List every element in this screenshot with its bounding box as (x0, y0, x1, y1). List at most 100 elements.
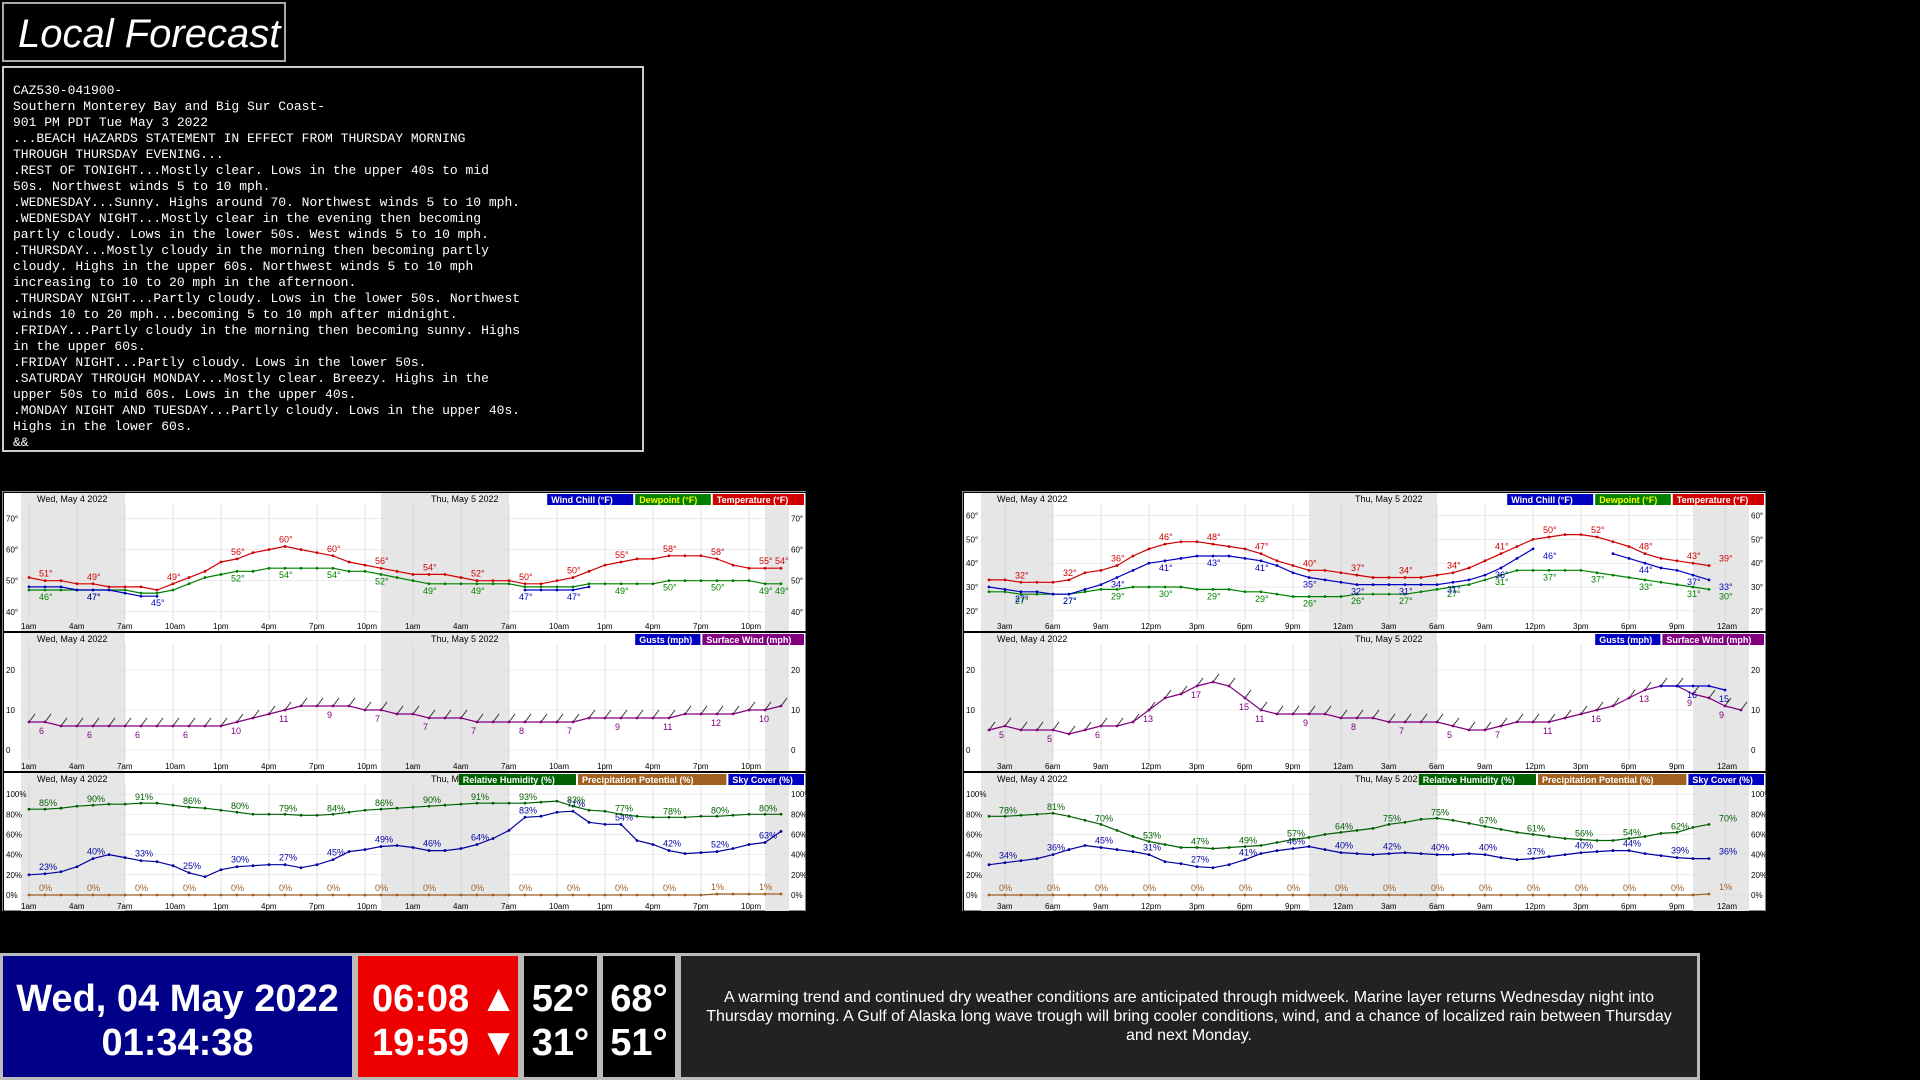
x-axis-tick-label: 7pm (693, 902, 709, 911)
temperature-point (1323, 568, 1327, 572)
precip-point (123, 893, 127, 897)
humidity-data-label: 49% (1239, 836, 1257, 846)
windchill-point (1227, 554, 1231, 558)
x-axis-tick-label: 4am (69, 622, 85, 631)
windchill-data-label: 37° (1687, 577, 1701, 587)
precip-point (43, 893, 47, 897)
night-shade (381, 632, 509, 772)
dewpoint-point (459, 582, 463, 586)
wind-point (1003, 724, 1007, 728)
day-label: Thu, May 5 2022 (431, 494, 499, 504)
humidity-point (411, 805, 415, 809)
forecast-text-line: .MONDAY NIGHT AND TUESDAY...Partly cloud… (13, 403, 521, 418)
wind-data-label: 5 (1447, 730, 1452, 740)
temperature-point (1051, 580, 1055, 584)
windchill-point (1067, 592, 1071, 596)
wind-barb (636, 709, 644, 719)
wind-point (747, 708, 751, 712)
precip-point (587, 893, 591, 897)
windchill-point (27, 585, 31, 589)
dewpoint-data-label: 49° (423, 586, 437, 596)
y-axis-tick-label-right: 40° (1751, 559, 1763, 568)
precip-point (1611, 893, 1615, 897)
skycover-point (747, 843, 751, 846)
y-axis-tick-label: 0 (966, 746, 971, 755)
precip-data-label: 0% (1527, 883, 1540, 893)
temperature-point (1211, 542, 1215, 546)
wind-point (171, 724, 175, 728)
skycover-point (347, 850, 351, 853)
x-axis-tick-label: 1pm (597, 902, 613, 911)
wind-data-label: 13 (1143, 714, 1153, 724)
precip-point (1307, 893, 1311, 897)
humidity-point (667, 815, 671, 819)
humidity-data-label: 81% (1047, 802, 1065, 812)
humidity-data-label: 53% (1143, 830, 1161, 840)
wind-point (283, 708, 287, 712)
wind-barb (1532, 713, 1540, 723)
wind-point (1515, 720, 1519, 724)
temperature-point (187, 576, 191, 579)
precip-data-label: 0% (1287, 883, 1300, 893)
wind-point (1275, 712, 1279, 716)
x-axis-tick-label: 1am (21, 622, 37, 631)
forecast-text-line: .FRIDAY NIGHT...Partly cloudy. Lows in t… (13, 355, 427, 370)
y-axis-tick-label-right: 100% (791, 790, 807, 799)
windchill-point (1675, 568, 1679, 572)
humidity-point (699, 814, 703, 818)
skycover-data-label: 45% (327, 848, 345, 858)
precip-point (1483, 893, 1487, 897)
x-axis-tick-label: 6am (1429, 762, 1445, 771)
dewpoint-point (1147, 585, 1151, 589)
skycover-point (1115, 848, 1119, 851)
precip-point (347, 893, 351, 897)
x-axis-tick-label: 3am (997, 902, 1013, 911)
humidity-point (1259, 844, 1263, 847)
y-axis-tick-label-right: 40° (791, 608, 803, 617)
skycover-data-label: 40% (1431, 843, 1449, 853)
skycover-point (987, 863, 991, 867)
wind-data-label: 5 (1047, 734, 1052, 744)
pct-panel: 100% 100% 80% 80% 60% 60% 40% 40% 20% 20% 0% 0% Wed,… (3, 772, 807, 912)
precip-point (1419, 893, 1423, 897)
wind-data-label: 7 (423, 722, 428, 732)
temperature-data-label: 34° (1447, 561, 1461, 571)
dewpoint-data-label: 50° (663, 583, 677, 593)
precip-data-label: 0% (615, 883, 628, 893)
windchill-point (1339, 580, 1343, 584)
legend-label: Gusts (mph) (639, 635, 692, 645)
precip-point (155, 893, 159, 897)
wind-panel: 20 20 10 10 0 0 Wed, May 4 2022 Thu, May 5 2022… (3, 632, 807, 772)
wind-point (219, 724, 223, 728)
skycover-point (1243, 858, 1247, 862)
precip-point (363, 893, 367, 897)
x-axis-tick-label: 12am (1333, 902, 1353, 911)
x-axis-tick-label: 1am (21, 902, 37, 911)
temperature-data-label: 58° (711, 547, 725, 557)
temperature-point (683, 554, 687, 558)
temperature-point (1643, 552, 1647, 556)
skycover-point (1595, 850, 1599, 853)
humidity-data-label: 86% (375, 798, 393, 808)
wind-barb (156, 717, 164, 727)
temperature-point (523, 582, 527, 586)
precip-data-label: 0% (1047, 883, 1060, 893)
humidity-point (171, 803, 175, 807)
humidity-point (203, 806, 207, 810)
temperature-data-label: 49° (167, 572, 181, 582)
precip-point (779, 892, 783, 896)
day-label: Wed, May 4 2022 (997, 634, 1067, 644)
humidity-data-label: 83% (567, 795, 585, 805)
wind-barb (524, 713, 532, 723)
windchill-point (1483, 573, 1487, 577)
dewpoint-point (475, 582, 479, 586)
dewpoint-point (1515, 568, 1519, 572)
wind-data-label: 8 (1351, 722, 1356, 732)
x-axis-tick-label: 9am (1477, 762, 1493, 771)
windchill-point (75, 588, 79, 592)
forecast-text-line: increasing to 10 to 20 mph in the aftern… (13, 275, 357, 290)
x-axis-tick-label: 10pm (357, 902, 377, 911)
humidity-point (1003, 814, 1007, 818)
dewpoint-data-label: 33° (1639, 582, 1653, 592)
dewpoint-point (1323, 595, 1327, 598)
